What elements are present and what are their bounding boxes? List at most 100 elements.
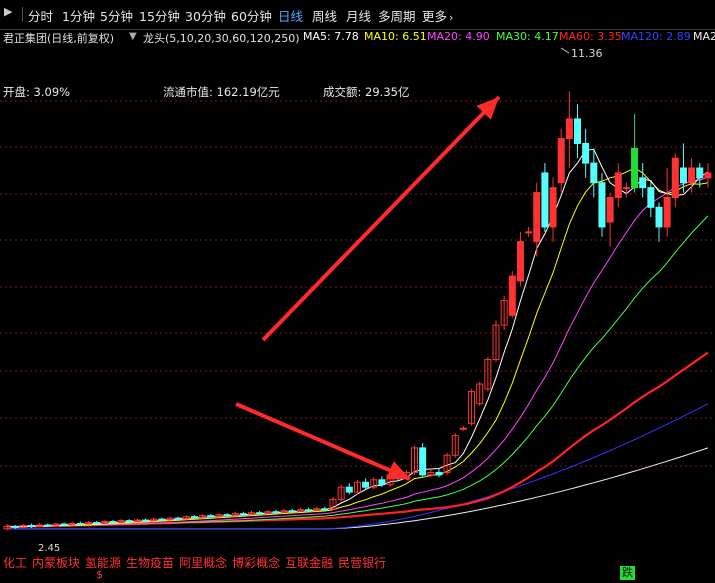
arrow-upper-shaft: [261, 95, 501, 342]
stock-name-label: 君正集团(日线,前复权): [3, 32, 115, 45]
open-stat: 开盘: 3.09%: [3, 85, 71, 99]
candle-body-down: [435, 471, 443, 476]
candle-body-up: [663, 196, 671, 228]
concept-tag[interactable]: 博彩概念: [232, 556, 280, 570]
candle-body-down: [158, 518, 166, 521]
candle-body-down: [93, 522, 101, 525]
candle-body-up: [704, 172, 712, 179]
tab-1[interactable]: 1分钟: [62, 6, 95, 25]
tab-7[interactable]: 周线: [312, 6, 337, 25]
tab-5[interactable]: 60分钟: [231, 6, 272, 25]
candle-body-up: [557, 138, 565, 184]
candle-body-down: [598, 182, 606, 228]
tab-3[interactable]: 15分钟: [139, 6, 180, 25]
candle-body-down: [541, 172, 549, 228]
collapse-arrow-icon[interactable]: ▶: [4, 5, 12, 18]
ma20-value: MA20: 4.90: [427, 30, 490, 43]
candle-body-down: [272, 511, 280, 514]
candle-body-down: [44, 524, 52, 527]
chevron-right-icon: ›: [449, 11, 454, 24]
ma5-value: MA5: 7.78: [303, 30, 359, 43]
tab-0[interactable]: 分时: [28, 6, 53, 25]
candle-body-down: [174, 517, 182, 520]
candle-body-down: [76, 523, 84, 526]
low-price-label: 2.45: [38, 543, 61, 554]
candle-body-down: [109, 521, 117, 524]
candle-body-down: [207, 515, 215, 518]
ma60-value: MA60: 3.35: [559, 30, 622, 43]
candle-body-down: [574, 118, 581, 144]
candle-body-down: [378, 479, 386, 486]
concept-tags: 化工 内蒙板块 氢能源 生物疫苗 阿里概念 博彩概念 互联金融 民营银行: [3, 554, 391, 571]
candle-body-down: [639, 177, 647, 189]
arrow-lower-shaft: [235, 402, 411, 481]
dollar-marker: $: [96, 568, 103, 581]
candle-body-down: [647, 187, 655, 208]
candle-body-up: [525, 231, 533, 234]
ma30-value: MA30: 4.17: [496, 30, 559, 43]
concept-tag[interactable]: 民营银行: [338, 556, 386, 570]
period-tab-bar: 分时 1分钟 5分钟 15分钟 30分钟 60分钟 日线 周线 月线 多周期 更多 › ▶: [0, 0, 715, 30]
tab-9[interactable]: 多周期: [378, 6, 416, 25]
ma250-value: MA2: [693, 30, 715, 43]
ma10-value: MA10: 6.51: [364, 30, 427, 43]
ma120-line: [7, 403, 709, 530]
concept-tag[interactable]: 阿里概念: [179, 556, 227, 570]
candle-body-down: [125, 520, 133, 523]
concept-tag[interactable]: 互联金融: [285, 556, 333, 570]
tab-6[interactable]: 日线: [278, 6, 303, 25]
candle-body-down: [655, 206, 663, 228]
candle-body-down: [321, 508, 329, 511]
candle-body-down: [582, 142, 590, 164]
candle-body-down: [190, 516, 198, 519]
fall-marker: 跌: [620, 566, 635, 580]
ma20-line: [6, 176, 709, 528]
candle-body-down: [696, 167, 704, 179]
candle-body-down: [256, 512, 264, 515]
kline-chart[interactable]: [0, 46, 715, 553]
candle-body-up: [565, 118, 573, 140]
candle-body-down: [60, 523, 68, 526]
candle-body-down: [345, 486, 353, 493]
concept-tag[interactable]: 内蒙板块: [32, 556, 80, 570]
tab-divider: [22, 7, 23, 22]
indicator-dropdown-icon[interactable]: ▼: [129, 31, 137, 42]
candle-body-down: [288, 510, 296, 513]
indicator-name[interactable]: 龙头(5,10,20,30,60,120,250): [143, 30, 300, 46]
candle-body-up: [622, 187, 630, 190]
tab-2[interactable]: 5分钟: [100, 6, 133, 25]
candle-body-down: [631, 147, 639, 189]
candle-body-down: [590, 162, 598, 184]
candle-body-up: [508, 275, 516, 316]
concept-tag[interactable]: 化工: [3, 556, 27, 570]
candle-body-up: [671, 157, 679, 198]
tab-8[interactable]: 月线: [346, 6, 371, 25]
candle-body-down: [142, 519, 150, 522]
candle-body-down: [305, 509, 313, 512]
volume-stat: 成交额: 29.35亿: [323, 85, 410, 99]
candle-body-up: [606, 196, 614, 223]
ma120-value: MA120: 2.89: [621, 30, 691, 43]
candle-body-down: [27, 524, 35, 527]
candle-body-down: [239, 513, 247, 516]
candle-body-up: [688, 167, 696, 184]
candle-body-up: [614, 172, 622, 198]
high-price-label: 11.36: [571, 47, 603, 60]
candle-body-down: [679, 167, 687, 184]
candle-body-up: [459, 427, 467, 430]
candle-body-down: [223, 514, 231, 517]
ma60-line: [6, 351, 709, 529]
candle-body-up: [516, 241, 524, 282]
tab-10[interactable]: 更多 ›: [422, 6, 453, 25]
candle-body-down: [419, 447, 427, 476]
concept-tag[interactable]: 氢能源: [85, 556, 121, 570]
concept-tag[interactable]: 生物疫苗: [126, 556, 174, 570]
candle-body-down: [11, 525, 19, 528]
candle-body-up: [549, 187, 557, 228]
market-cap-stat: 流通市值: 162.19亿元: [163, 85, 280, 99]
candle-body-down: [362, 481, 370, 488]
ma-legend-bar: 君正集团(日线,前复权) ▼ 龙头(5,10,20,30,60,120,250)…: [0, 29, 715, 46]
candle-body-up: [533, 192, 541, 243]
high-marker-line: [560, 47, 570, 54]
tab-4[interactable]: 30分钟: [185, 6, 226, 25]
